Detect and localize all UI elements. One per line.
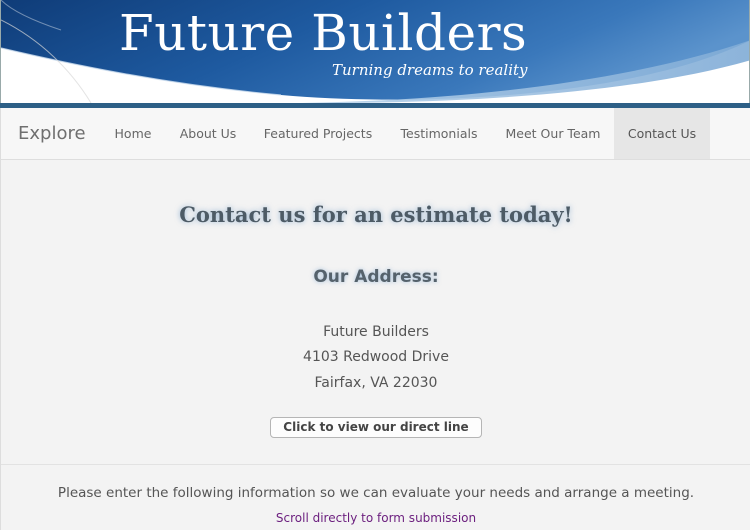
view-direct-line-button[interactable]: Click to view our direct line — [270, 417, 482, 438]
nav-item-about-us[interactable]: About Us — [165, 108, 251, 159]
nav-item-meet-our-team[interactable]: Meet Our Team — [494, 108, 612, 159]
nav-item-featured-projects[interactable]: Featured Projects — [252, 108, 384, 159]
header-banner: Future Builders Turning dreams to realit… — [0, 0, 750, 103]
address-company: Future Builders — [323, 324, 429, 340]
scroll-to-form-link[interactable]: Scroll directly to form submission — [1, 511, 750, 525]
address-city-state-zip: Fairfax, VA 22030 — [314, 375, 438, 391]
nav-item-contact-us[interactable]: Contact Us — [614, 108, 710, 159]
address-street: 4103 Redwood Drive — [303, 349, 449, 365]
site-tagline: Turning dreams to reality — [332, 61, 528, 79]
nav-item-home[interactable]: Home — [102, 108, 164, 159]
page-headline: Contact us for an estimate today! — [179, 202, 573, 227]
contact-section: Contact us for an estimate today! Our Ad… — [0, 160, 750, 530]
address-heading: Our Address: — [313, 267, 439, 287]
navbar-brand[interactable]: Explore — [18, 108, 86, 159]
site-title: Future Builders — [119, 4, 528, 62]
section-divider — [1, 464, 750, 465]
form-instructions: Please enter the following information s… — [57, 485, 695, 501]
main-navbar: Explore Home About Us Featured Projects … — [0, 108, 750, 160]
nav-item-testimonials[interactable]: Testimonials — [386, 108, 492, 159]
